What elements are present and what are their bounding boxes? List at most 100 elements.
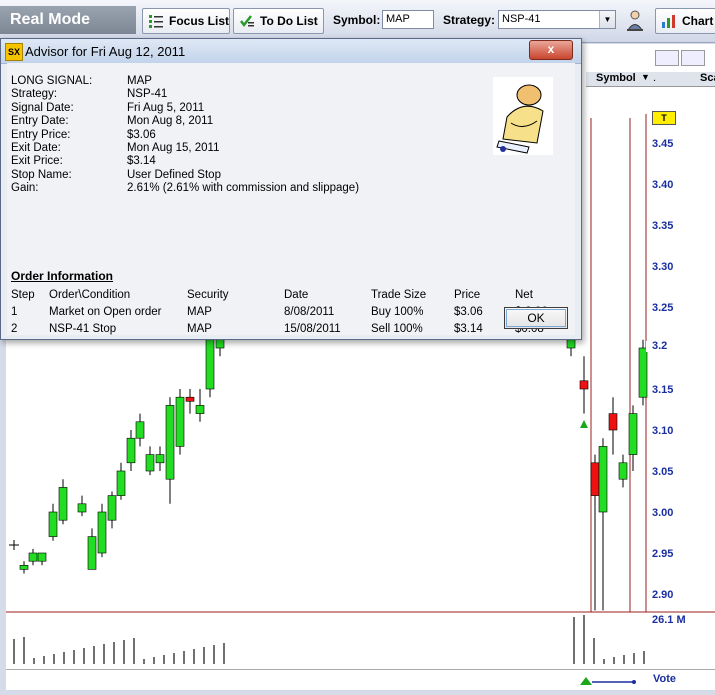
order-column-header: Price <box>454 289 481 301</box>
candles <box>9 315 648 611</box>
dialog-title: Advisor for Fri Aug 12, 2011 <box>25 44 186 59</box>
y-tick-label: 3.05 <box>652 466 673 478</box>
field-label: Entry Price: <box>11 128 71 141</box>
order-column-header: Date <box>284 289 309 301</box>
ok-button[interactable]: OK <box>504 307 568 329</box>
y-tick-label: 3.25 <box>652 302 673 314</box>
order-cell: 8/08/2011 <box>284 306 335 318</box>
y-tick-label: 3.15 <box>652 384 673 396</box>
field-label: Exit Price: <box>11 155 63 168</box>
tag-marker: T <box>652 111 676 125</box>
strategy-select[interactable]: NSP-41 ▼ <box>498 10 616 29</box>
close-button[interactable]: x <box>529 40 573 60</box>
candle-body <box>566 339 576 349</box>
y-tick-label: 3.45 <box>652 138 673 150</box>
chart-label: Chart <box>682 14 714 28</box>
order-cell: Sell 100% <box>371 323 423 335</box>
symbol-input[interactable]: MAP <box>382 10 434 29</box>
strategy-value: NSP-41 <box>502 13 541 25</box>
candle-body <box>195 405 205 414</box>
candle-body <box>28 552 38 562</box>
order-column-header: Step <box>11 289 35 301</box>
field-label: Signal Date: <box>11 101 74 114</box>
order-cell: Market on Open order <box>49 306 162 318</box>
dialog-title-bar[interactable]: SX Advisor for Fri Aug 12, 2011 x <box>1 39 581 64</box>
dialog-body: LONG SIGNAL: MAP Strategy: NSP-41 Signal Dat… <box>7 63 575 335</box>
field-value: $3.14 <box>127 155 156 168</box>
order-cell: 2 <box>11 323 18 335</box>
candle-body <box>48 511 58 537</box>
y-tick-label: 3.10 <box>652 425 673 437</box>
order-cell: MAP <box>187 323 212 335</box>
candle-body <box>165 405 175 480</box>
candle-body <box>135 421 145 439</box>
chevron-down-icon[interactable]: ▼ <box>599 11 615 28</box>
order-cell: Buy 100% <box>371 306 424 318</box>
todo-list-label: To Do List <box>260 14 318 28</box>
field-label: Entry Date: <box>11 115 69 128</box>
crosshair-icon <box>9 540 19 550</box>
field-value: Mon Aug 8, 2011 <box>127 115 214 128</box>
y-tick-label: 2.90 <box>652 589 673 601</box>
order-column-header: Net <box>515 289 533 301</box>
candle-body <box>155 454 165 464</box>
candle-body <box>598 446 608 513</box>
todo-list-button[interactable]: To Do List <box>233 8 324 34</box>
order-column-header: Order\Condition <box>49 289 131 301</box>
candle-body <box>116 470 126 496</box>
price-marker-box: 3.2 <box>646 340 715 352</box>
candle-body <box>590 462 600 496</box>
main-toolbar: Real Mode Focus List To Do List Symbol: … <box>0 0 715 43</box>
y-tick-label: 2.95 <box>652 548 673 560</box>
candle-body <box>77 503 87 513</box>
focus-list-button[interactable]: Focus List <box>142 8 230 34</box>
advisor-cartoon-icon <box>493 77 553 155</box>
field-label: Strategy: <box>11 88 58 101</box>
chart-button[interactable]: Chart <box>655 8 715 34</box>
person-icon[interactable] <box>623 9 647 33</box>
todo-list-icon <box>240 15 254 28</box>
focus-list-label: Focus List <box>169 14 230 28</box>
candle-body <box>97 511 107 554</box>
order-cell: $3.06 <box>454 306 483 318</box>
candle-body <box>145 454 155 472</box>
field-value: User Defined Stop <box>127 168 221 181</box>
price-marker: 3.2 <box>652 340 668 352</box>
field-label: Gain: <box>11 182 39 195</box>
candle-body <box>175 396 185 447</box>
field-value: Mon Aug 15, 2011 <box>127 142 220 154</box>
candle-body <box>579 380 589 390</box>
order-cell: $3.14 <box>454 323 483 335</box>
order-cell: NSP-41 Stop <box>49 323 117 335</box>
candle-body <box>628 413 638 455</box>
focus-list-icon <box>149 15 163 28</box>
field-value: $3.06 <box>127 128 156 141</box>
strategy-label: Strategy: <box>443 13 496 27</box>
order-heading: Order Information <box>11 269 114 283</box>
field-label: Stop Name: <box>11 168 72 181</box>
volume-label: 26.1 M <box>652 614 686 626</box>
candle-body <box>638 347 648 398</box>
status-bar: Vote <box>6 669 715 690</box>
chart-icon <box>662 15 675 28</box>
mode-label: Real Mode <box>0 6 136 34</box>
buy-signal-icon <box>580 420 588 428</box>
vote-label[interactable]: Vote <box>653 673 676 685</box>
field-label: Exit Date: <box>11 142 61 154</box>
close-icon: x <box>547 42 555 56</box>
candle-body <box>37 552 47 562</box>
candle-body <box>185 396 195 402</box>
field-label: LONG SIGNAL: <box>11 75 93 87</box>
candle-body <box>87 536 97 570</box>
vote-up-icon <box>580 677 592 685</box>
order-cell: 15/08/2011 <box>284 323 341 335</box>
y-tick-label: 3.40 <box>652 179 673 191</box>
candle-body <box>205 339 215 390</box>
candle-body <box>107 495 117 521</box>
candle-body <box>618 462 628 480</box>
symbol-label: Symbol: <box>333 13 381 27</box>
volume-bars <box>13 615 645 664</box>
field-value: MAP <box>127 75 152 87</box>
candle-body <box>58 487 68 521</box>
candle-body <box>126 437 136 464</box>
